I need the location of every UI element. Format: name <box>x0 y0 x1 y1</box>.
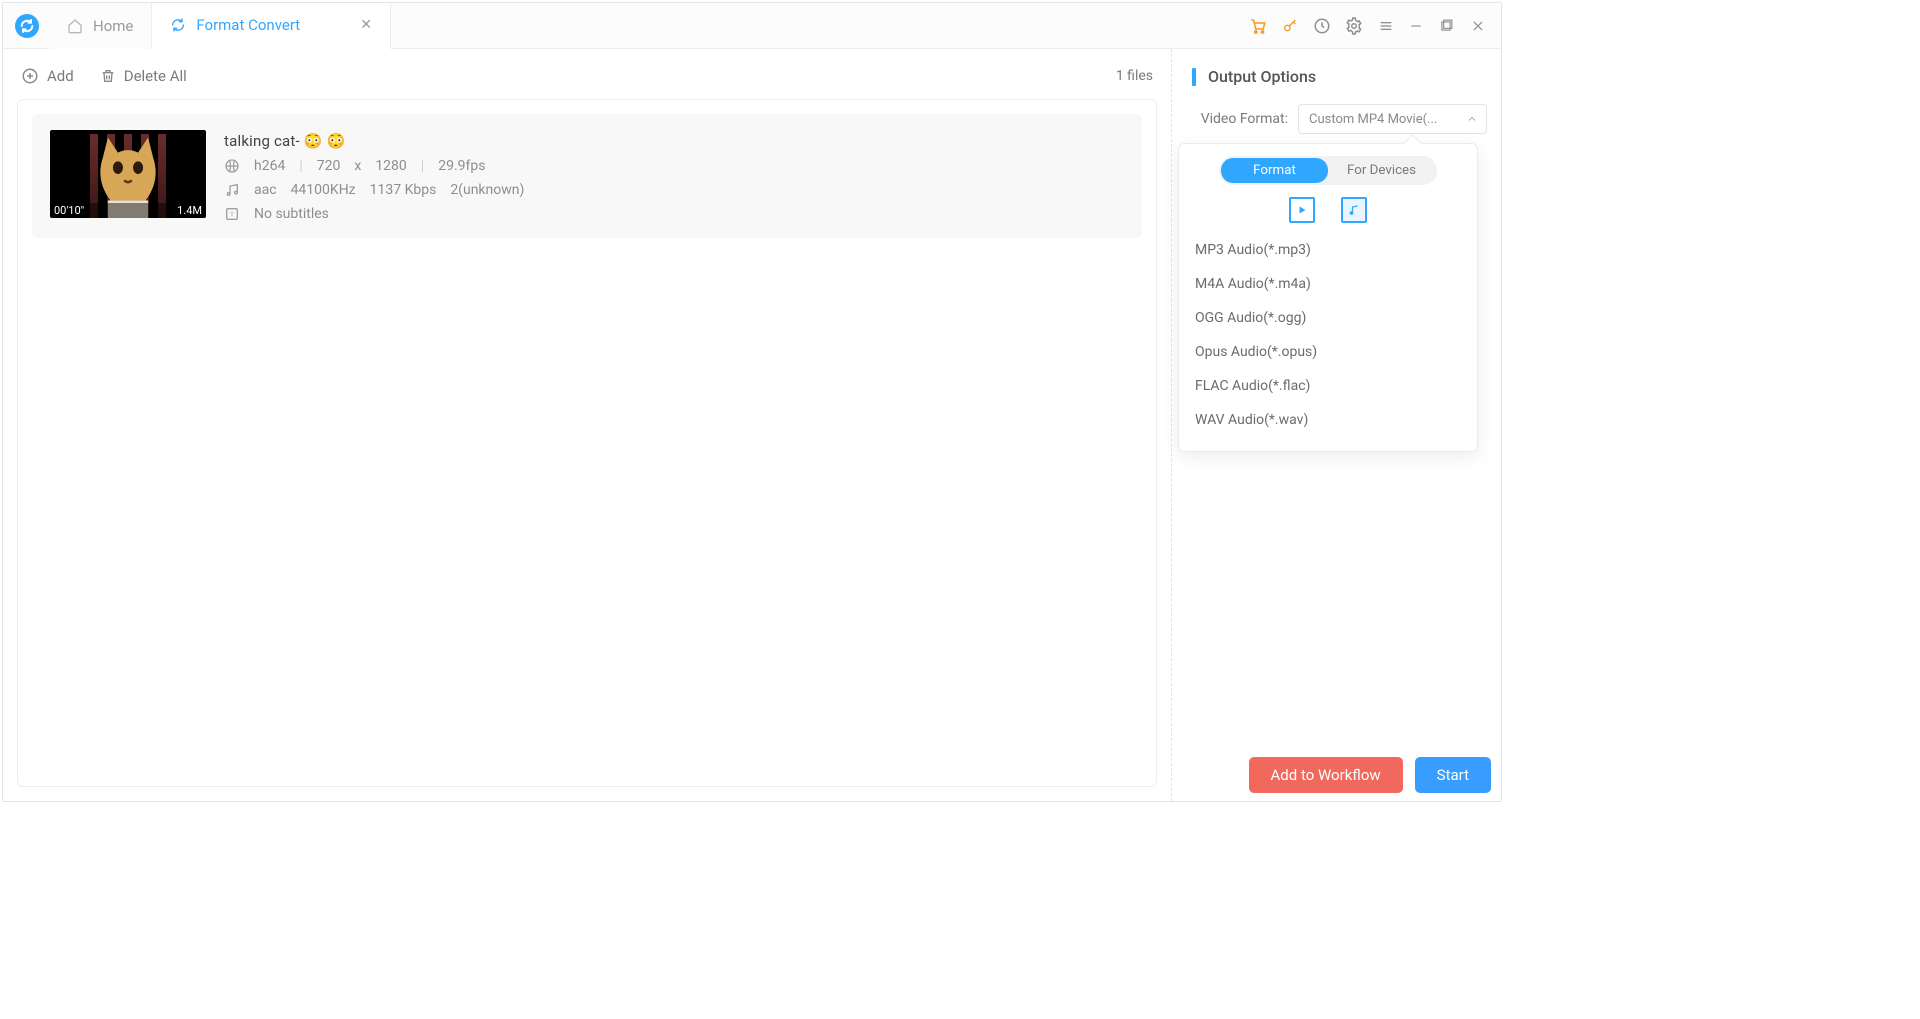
video-format-label: Video Format: <box>1192 111 1288 127</box>
video-format-value: Custom MP4 Movie(... <box>1309 112 1437 127</box>
tab-convert-label: Format Convert <box>196 16 300 34</box>
format-item-ogg[interactable]: OGG Audio(*.ogg) <box>1193 301 1463 335</box>
file-count: 1 files <box>1116 68 1153 84</box>
plus-circle-icon <box>21 67 39 85</box>
audio-rate: 44100KHz <box>291 182 356 198</box>
start-button[interactable]: Start <box>1415 757 1491 793</box>
svg-text:T: T <box>230 211 234 219</box>
format-item-m4a[interactable]: M4A Audio(*.m4a) <box>1193 267 1463 301</box>
refresh-icon <box>170 17 186 33</box>
toolbar: Add Delete All 1 files <box>17 63 1157 99</box>
gear-icon[interactable] <box>1345 17 1363 35</box>
format-item-wav[interactable]: WAV Audio(*.wav) <box>1193 403 1463 437</box>
thumbnail: 00'10" 1.4M <box>50 130 206 218</box>
format-popover: Format For Devices MP3 Audio(*.mp3) M4A … <box>1178 143 1478 452</box>
format-item-opus[interactable]: Opus Audio(*.opus) <box>1193 335 1463 369</box>
history-icon[interactable] <box>1313 17 1331 35</box>
home-icon <box>67 18 83 34</box>
trash-icon <box>100 68 116 84</box>
close-icon[interactable]: ✕ <box>360 17 372 33</box>
bottombar: Add to Workflow Start <box>3 749 1501 801</box>
file-list: 00'10" 1.4M talking cat- 😳 😳 h264 | <box>17 99 1157 787</box>
delete-all-button[interactable]: Delete All <box>100 67 187 85</box>
app-logo-icon <box>15 14 39 38</box>
tab-home[interactable]: Home <box>49 3 152 49</box>
output-panel: Output Options Video Format: Custom MP4 … <box>1171 49 1501 801</box>
video-icon <box>224 158 240 174</box>
video-height: 1280 <box>375 158 406 174</box>
format-item-flac[interactable]: FLAC Audio(*.flac) <box>1193 369 1463 403</box>
delete-all-label: Delete All <box>124 67 187 85</box>
output-title: Output Options <box>1192 67 1487 86</box>
video-codec: h264 <box>254 158 285 174</box>
file-title: talking cat- 😳 😳 <box>224 132 524 150</box>
add-label: Add <box>47 67 74 85</box>
tab-home-label: Home <box>93 17 133 35</box>
titlebar: Home Format Convert ✕ <box>3 3 1501 49</box>
audio-bitrate: 1137 Kbps <box>370 182 437 198</box>
thumbnail-size: 1.4M <box>177 204 202 217</box>
subtitle-meta-row: T No subtitles <box>224 206 524 222</box>
seg-devices[interactable]: For Devices <box>1328 158 1435 183</box>
chevron-up-icon <box>1466 113 1478 125</box>
cart-icon[interactable] <box>1249 17 1267 35</box>
subtitle-text: No subtitles <box>254 206 329 222</box>
audio-type-icon[interactable] <box>1341 197 1367 223</box>
audio-channels: 2(unknown) <box>450 182 524 198</box>
format-list: MP3 Audio(*.mp3) M4A Audio(*.m4a) OGG Au… <box>1193 233 1463 437</box>
add-to-workflow-button[interactable]: Add to Workflow <box>1249 757 1403 793</box>
subtitle-icon: T <box>224 206 240 222</box>
seg-format[interactable]: Format <box>1221 158 1328 183</box>
audio-codec: aac <box>254 182 277 198</box>
video-meta-row: h264 | 720 x 1280 | 29.9fps <box>224 158 524 174</box>
window-close-icon[interactable] <box>1469 17 1487 35</box>
segmented-control: Format For Devices <box>1219 156 1437 185</box>
thumbnail-duration: 00'10" <box>54 204 84 217</box>
format-item-mp3[interactable]: MP3 Audio(*.mp3) <box>1193 233 1463 267</box>
tab-format-convert[interactable]: Format Convert ✕ <box>152 3 391 49</box>
music-icon <box>224 182 240 198</box>
menu-icon[interactable] <box>1377 17 1395 35</box>
add-button[interactable]: Add <box>21 67 74 85</box>
maximize-icon[interactable] <box>1437 17 1455 35</box>
minimize-icon[interactable] <box>1409 17 1423 35</box>
video-width: 720 <box>317 158 341 174</box>
video-format-select[interactable]: Custom MP4 Movie(... <box>1298 104 1487 134</box>
video-type-icon[interactable] <box>1289 197 1315 223</box>
audio-meta-row: aac 44100KHz 1137 Kbps 2(unknown) <box>224 182 524 198</box>
key-icon[interactable] <box>1281 17 1299 35</box>
video-fps: 29.9fps <box>438 158 485 174</box>
video-x: x <box>354 158 361 174</box>
file-item[interactable]: 00'10" 1.4M talking cat- 😳 😳 h264 | <box>32 114 1142 238</box>
